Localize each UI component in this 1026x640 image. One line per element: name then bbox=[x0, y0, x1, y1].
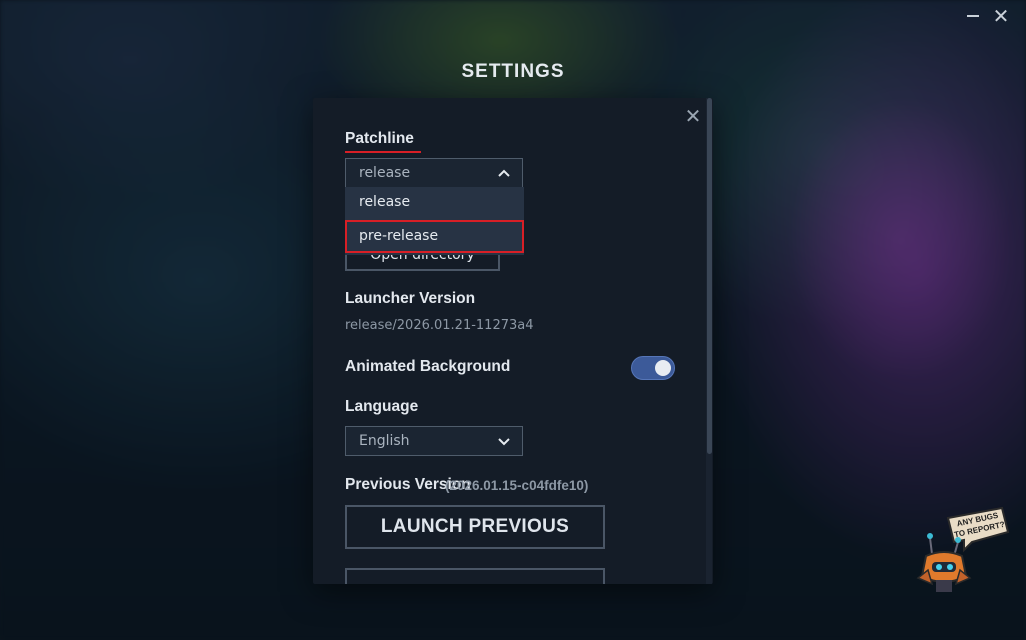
language-selected-value: English bbox=[359, 433, 410, 449]
dropdown-option-release[interactable]: release bbox=[345, 187, 524, 220]
close-icon: ✕ bbox=[992, 4, 1010, 28]
settings-panel: ✕ Patchline release release pre-release … bbox=[313, 98, 713, 584]
previous-version-value: (2026.01.15-c04fdfe10) bbox=[445, 478, 589, 493]
patchline-selected-value: release bbox=[359, 165, 411, 181]
patchline-select[interactable]: release bbox=[345, 158, 523, 188]
close-icon: ✕ bbox=[684, 104, 702, 128]
patchline-dropdown: release pre-release bbox=[345, 187, 524, 255]
launch-previous-button[interactable]: LAUNCH PREVIOUS bbox=[345, 505, 605, 549]
patchline-label: Patchline bbox=[345, 130, 414, 147]
minimize-icon bbox=[967, 15, 979, 17]
toggle-knob bbox=[655, 360, 671, 376]
launcher-version-value: release/2026.01.21-11273a4 bbox=[345, 318, 534, 333]
panel-close-button[interactable]: ✕ bbox=[683, 106, 703, 126]
scrollbar-thumb[interactable] bbox=[707, 98, 712, 454]
language-label: Language bbox=[345, 398, 419, 415]
launch-previous-label: LAUNCH PREVIOUS bbox=[380, 516, 570, 537]
animated-background-label: Animated Background bbox=[345, 358, 511, 375]
launcher-version-label: Launcher Version bbox=[345, 290, 476, 307]
language-select[interactable]: English bbox=[345, 426, 523, 456]
animated-background-toggle[interactable] bbox=[631, 356, 675, 380]
next-button-partial[interactable] bbox=[345, 568, 605, 584]
dropdown-option-pre-release[interactable]: pre-release bbox=[345, 220, 524, 253]
minimize-button[interactable] bbox=[960, 5, 986, 27]
chevron-down-icon bbox=[498, 438, 510, 446]
bug-mascot-icon[interactable]: ANY BUGS TO REPORT? bbox=[910, 500, 1010, 600]
page-title: SETTINGS bbox=[461, 61, 565, 82]
chevron-up-icon bbox=[498, 169, 510, 177]
window-close-button[interactable]: ✕ bbox=[988, 5, 1014, 27]
patchline-underline bbox=[345, 151, 421, 153]
